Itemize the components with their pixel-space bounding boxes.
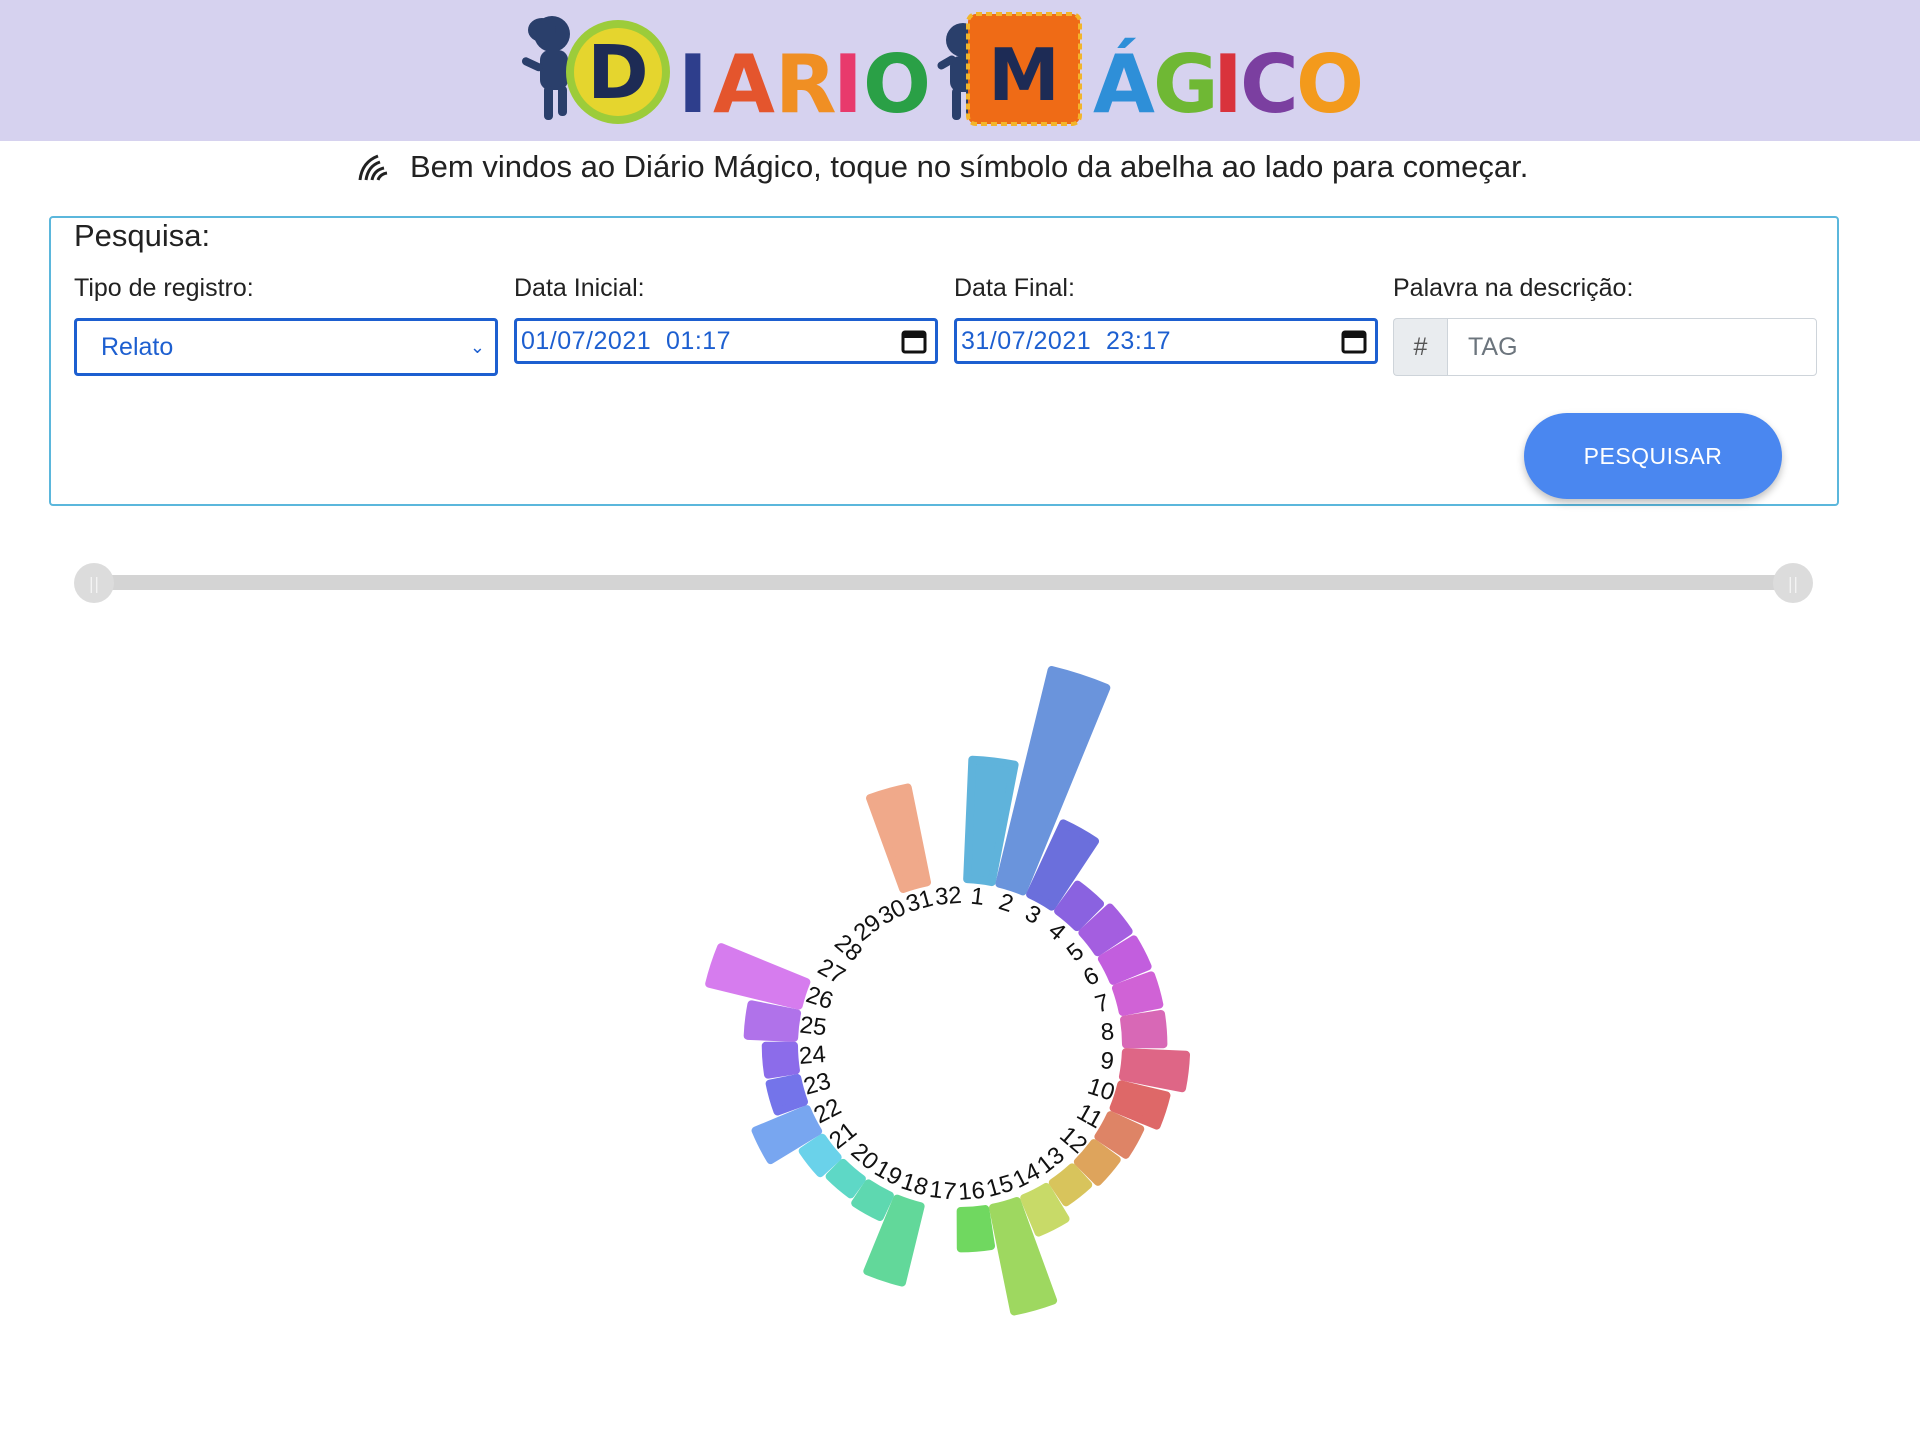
chevron-down-icon: ⌄ bbox=[469, 336, 485, 357]
search-panel: Pesquisa: Tipo de registro: Relato ⌄ Dat… bbox=[49, 216, 1839, 506]
bee-icon[interactable] bbox=[356, 150, 390, 184]
calendar-icon[interactable] bbox=[901, 328, 927, 354]
tag-input-group: # bbox=[1393, 318, 1817, 376]
diario-magico-logo: D I A R I O M Á G I C O bbox=[521, 12, 1364, 131]
start-date-value: 01/07/2021 01:17 bbox=[521, 326, 732, 355]
chart-bar-day-26[interactable] bbox=[705, 943, 811, 1010]
end-date-input[interactable]: 31/07/2021 23:17 bbox=[954, 318, 1378, 364]
welcome-message: Bem vindos ao Diário Mágico, toque no sí… bbox=[356, 148, 1528, 186]
child-silhouette-icon bbox=[521, 16, 570, 120]
panel-title: Pesquisa: bbox=[74, 218, 211, 253]
welcome-text: Bem vindos ao Diário Mágico, toque no sí… bbox=[410, 149, 1529, 184]
chart-label-day-17: 17 bbox=[928, 1176, 958, 1206]
radial-bar-chart: 1 2 34567891011121314151617181920212223242… bbox=[705, 666, 1191, 1316]
logo-letter-d: D bbox=[587, 30, 648, 116]
chart-label-day-6: 6 bbox=[1079, 962, 1103, 992]
record-type-select[interactable]: Relato ⌄ bbox=[74, 318, 498, 376]
svg-text:I: I bbox=[833, 38, 863, 131]
date-range-slider[interactable] bbox=[94, 575, 1810, 590]
chart-bar-day-24[interactable] bbox=[761, 1041, 800, 1079]
chart-bar-day-23[interactable] bbox=[765, 1074, 809, 1116]
start-date-label: Data Inicial: bbox=[514, 274, 645, 302]
slider-start-handle[interactable]: || bbox=[74, 563, 114, 603]
chart-bar-day-31[interactable] bbox=[866, 783, 931, 894]
chart-label-day-24: 24 bbox=[798, 1041, 827, 1070]
svg-text:I: I bbox=[678, 38, 708, 131]
description-word-label: Palavra na descrição: bbox=[1393, 274, 1634, 302]
tag-input[interactable] bbox=[1447, 318, 1817, 376]
chart-label-day-1: 1 bbox=[969, 883, 985, 911]
logo-letter-m: M bbox=[988, 33, 1060, 117]
svg-text:R: R bbox=[775, 38, 837, 131]
chart-label-day-9: 9 bbox=[1099, 1047, 1115, 1075]
chart-label-day-25: 25 bbox=[798, 1011, 828, 1041]
hash-prefix: # bbox=[1393, 318, 1447, 376]
svg-text:O: O bbox=[1296, 38, 1364, 131]
svg-text:G: G bbox=[1153, 38, 1219, 131]
chart-label-day-2: 2 bbox=[996, 888, 1017, 918]
start-date-input[interactable]: 01/07/2021 01:17 bbox=[514, 318, 938, 364]
svg-text:C: C bbox=[1240, 38, 1299, 131]
chart-bar-day-13[interactable] bbox=[1048, 1163, 1093, 1207]
chart-bar-day-9[interactable] bbox=[1118, 1048, 1191, 1093]
chart-label-day-16: 16 bbox=[957, 1177, 986, 1206]
end-date-value: 31/07/2021 23:17 bbox=[961, 326, 1172, 355]
svg-text:O: O bbox=[863, 38, 931, 131]
slider-end-handle[interactable]: || bbox=[1773, 563, 1813, 603]
chart-label-day-8: 8 bbox=[1100, 1018, 1115, 1046]
chart-label-day-31: 31 bbox=[903, 885, 936, 918]
record-type-label: Tipo de registro: bbox=[74, 274, 254, 302]
svg-text:Á: Á bbox=[1093, 37, 1155, 131]
chart-bar-day-25[interactable] bbox=[743, 1000, 802, 1042]
chart-bar-day-16[interactable] bbox=[956, 1205, 996, 1253]
svg-text:A: A bbox=[713, 38, 775, 131]
calendar-icon[interactable] bbox=[1341, 328, 1367, 354]
chart-label-day-7: 7 bbox=[1092, 989, 1112, 1019]
chart-label-day-5: 5 bbox=[1062, 938, 1089, 967]
chart-bar-day-19[interactable] bbox=[851, 1179, 894, 1221]
chart-bar-day-8[interactable] bbox=[1120, 1009, 1168, 1049]
svg-text:I: I bbox=[1213, 38, 1243, 131]
search-button[interactable]: PESQUISAR bbox=[1524, 413, 1782, 499]
app-header: D I A R I O M Á G I C O bbox=[0, 0, 1920, 141]
chart-label-day-32: 32 bbox=[934, 882, 963, 911]
end-date-label: Data Final: bbox=[954, 274, 1075, 302]
record-type-value: Relato bbox=[101, 332, 174, 361]
chart-label-day-3: 3 bbox=[1020, 900, 1045, 930]
